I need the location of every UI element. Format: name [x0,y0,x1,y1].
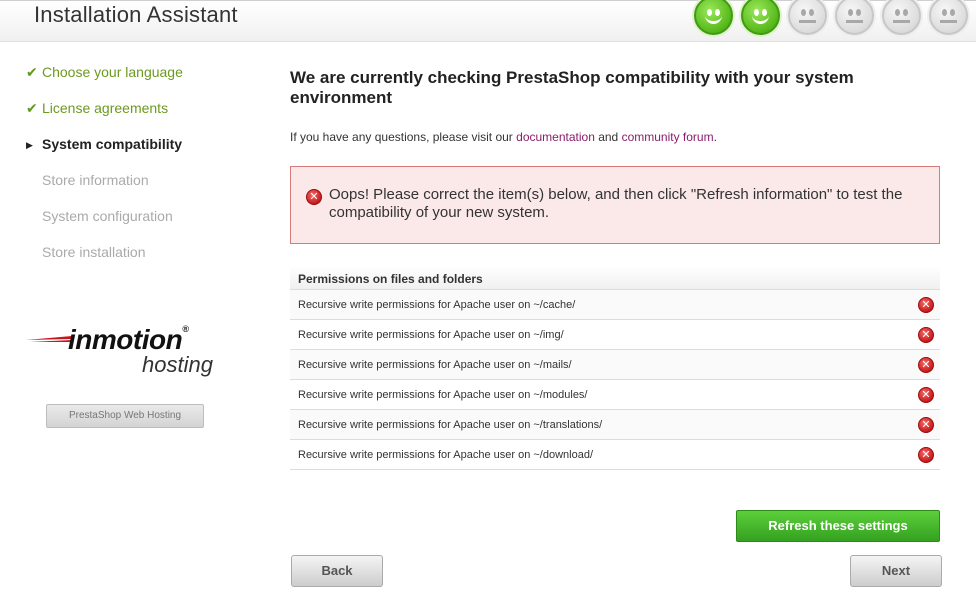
step-store-information: Store information [42,172,149,188]
arrow-right-icon: ▶ [26,140,33,150]
smiley-happy-icon [741,0,780,35]
permissions-table: Permissions on files and folders Recursi… [290,266,940,470]
main-title: We are currently checking PrestaShop com… [290,68,854,107]
table-row: Recursive write permissions for Apache u… [290,290,940,320]
step-choose-language[interactable]: ✔ Choose your language [26,62,183,98]
error-icon: ✕ [306,189,322,205]
community-forum-link[interactable]: community forum [622,130,714,144]
page-title: Installation Assistant [34,2,238,27]
table-row: Recursive write permissions for Apache u… [290,440,940,470]
permissions-heading: Permissions on files and folders [290,266,940,290]
table-row: Recursive write permissions for Apache u… [290,350,940,380]
step-system-compatibility: ▶ System compatibility [26,134,183,170]
next-button[interactable]: Next [850,555,942,587]
smiley-neutral-icon [882,0,921,35]
help-text: If you have any questions, please visit … [290,130,717,144]
smiley-happy-icon [694,0,733,35]
error-icon: ✕ [918,297,934,313]
back-button[interactable]: Back [291,555,383,587]
step-store-installation: Store installation [42,244,146,260]
step-system-configuration: System configuration [42,208,173,224]
header: Installation Assistant [0,0,976,42]
steps-list: ✔ Choose your language ✔ License agreement… [26,62,183,278]
error-icon: ✕ [918,417,934,433]
refresh-settings-button[interactable]: Refresh these settings [736,510,940,542]
alert-message: Oops! Please correct the item(s) below, … [329,186,903,221]
swoosh-icon [26,336,72,342]
error-icon: ✕ [918,447,934,463]
progress-smileys [694,0,968,35]
inmotion-hosting-logo: inmotion® hosting [26,324,236,386]
table-row: Recursive write permissions for Apache u… [290,380,940,410]
documentation-link[interactable]: documentation [516,130,595,144]
checkmark-icon: ✔ [26,100,38,116]
error-icon: ✕ [918,357,934,373]
checkmark-icon: ✔ [26,64,38,80]
smiley-neutral-icon [929,0,968,35]
smiley-neutral-icon [835,0,874,35]
table-row: Recursive write permissions for Apache u… [290,410,940,440]
error-icon: ✕ [918,327,934,343]
logo-sub: hosting [142,352,213,377]
error-icon: ✕ [918,387,934,403]
table-row: Recursive write permissions for Apache u… [290,320,940,350]
prestashop-hosting-button[interactable]: PrestaShop Web Hosting [46,404,204,428]
smiley-neutral-icon [788,0,827,35]
step-license-agreements[interactable]: ✔ License agreements [26,98,183,134]
error-alert: ✕ Oops! Please correct the item(s) below… [290,166,940,244]
